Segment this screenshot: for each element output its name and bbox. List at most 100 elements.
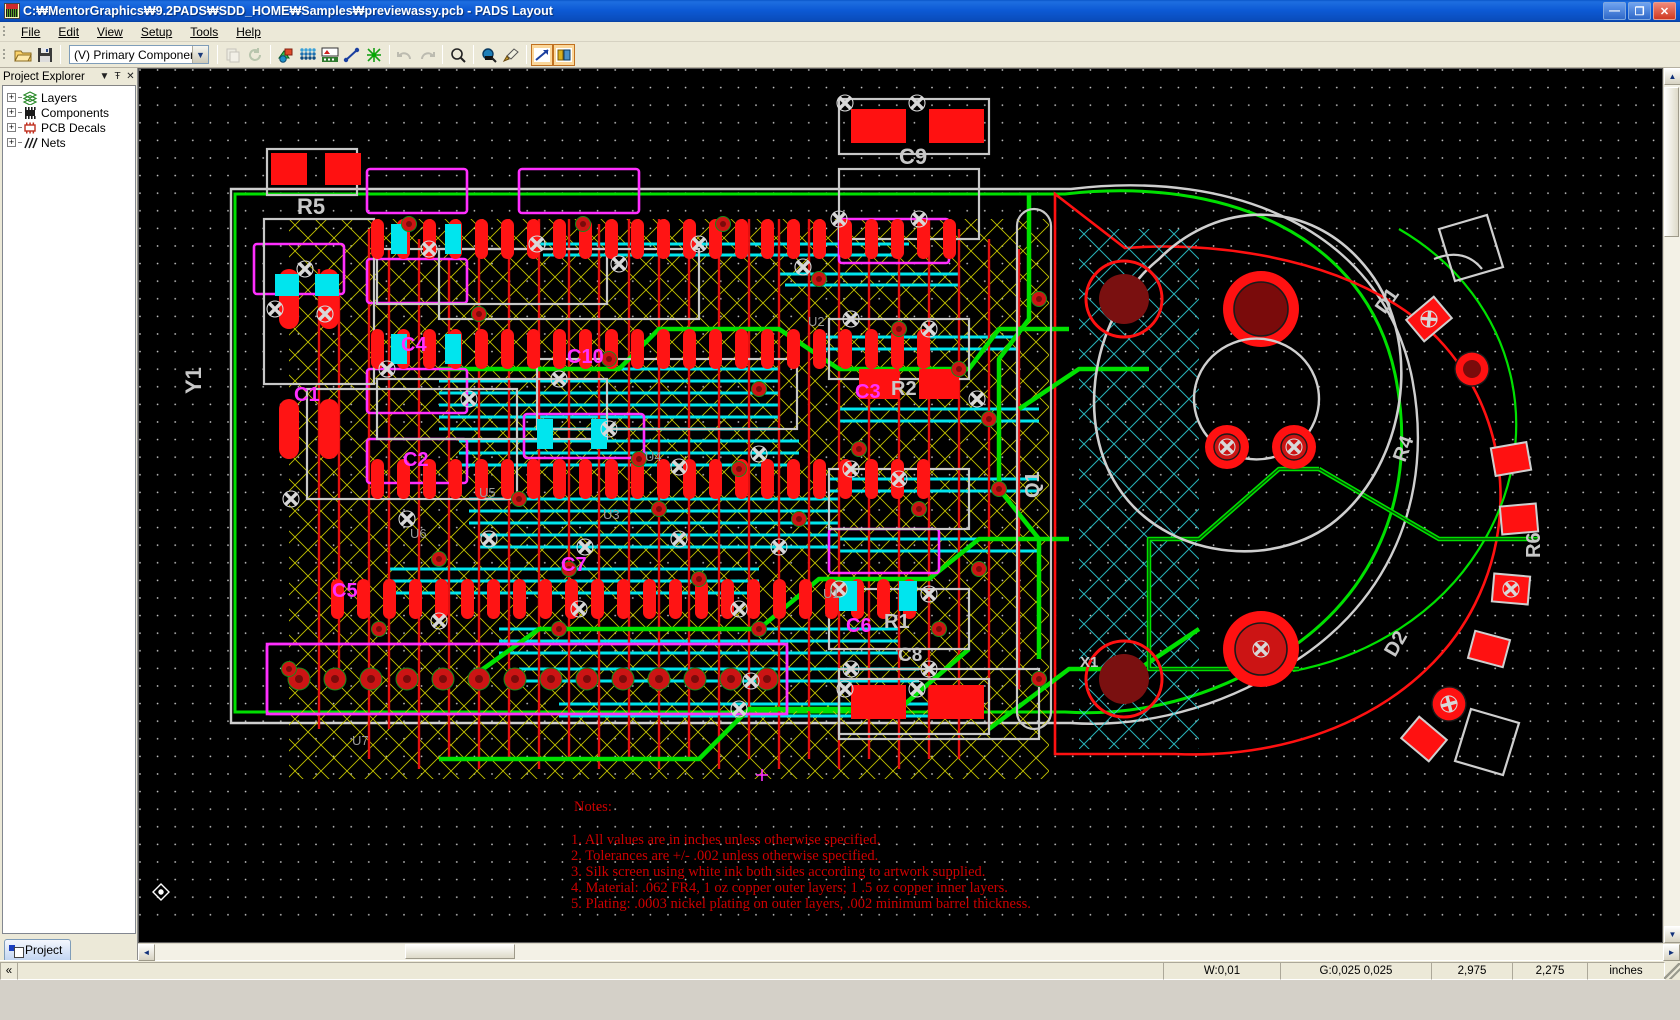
svg-text:R6: R6 [1523, 532, 1545, 558]
dfx-tool-icon[interactable] [531, 43, 553, 66]
tab-project-label: Project [25, 943, 63, 957]
tree-item-layers-label: Layers [41, 90, 78, 105]
expand-layers-button[interactable]: + [7, 93, 16, 102]
svg-text:Q1: Q1 [1022, 471, 1044, 498]
tab-project[interactable]: Project [4, 939, 72, 960]
menu-help[interactable]: Help [227, 23, 270, 41]
menu-gripper[interactable] [2, 23, 9, 40]
svg-text:C2: C2 [403, 449, 429, 471]
redo-icon[interactable] [416, 44, 438, 66]
zoom-icon[interactable] [447, 44, 469, 66]
menu-edit-label: Edit [58, 24, 80, 39]
chevron-down-icon[interactable]: ▼ [192, 46, 208, 63]
notes-heading: Notes: [574, 799, 612, 815]
toolbar-separator-4 [389, 45, 390, 64]
status-message [17, 961, 1164, 980]
layer-select[interactable]: (V) Primary Componer ▼ [69, 45, 209, 64]
project-explorer-header: Project Explorer ▼ Ŧ ✕ [0, 68, 137, 85]
tree-item-components[interactable]: + Components [7, 105, 135, 120]
project-tab-icon [9, 944, 24, 958]
library-icon[interactable] [553, 43, 575, 66]
nets-icon [22, 136, 38, 150]
design-area: C9 R5 Y1 C1 C4 C2 C5 C10 C7 C3 R2 C6 R1 … [138, 68, 1680, 961]
open-file-icon[interactable] [12, 44, 34, 66]
menu-tools-label: Tools [190, 24, 219, 39]
expand-pcb-decals-button[interactable]: + [7, 123, 16, 132]
menu-view-label: View [97, 24, 123, 39]
pcb-board-icon[interactable] [319, 44, 341, 66]
menu-edit[interactable]: Edit [49, 23, 88, 41]
menu-help-label: Help [236, 24, 261, 39]
horizontal-scrollbar[interactable]: ◄ ► [138, 943, 1680, 961]
toolbar-separator-7 [526, 45, 527, 64]
refresh-icon[interactable] [244, 44, 266, 66]
project-explorer-title: Project Explorer [3, 70, 85, 83]
status-width: W:0,01 [1163, 961, 1281, 980]
toolbar-separator-5 [442, 45, 443, 64]
tree-item-pcb-decals[interactable]: + PCB Decals [7, 120, 135, 135]
tree-item-layers[interactable]: + Layers [7, 90, 135, 106]
svg-text:U4: U4 [645, 449, 662, 464]
pin-panel-icon[interactable]: Ŧ [111, 71, 124, 82]
menu-bar: File Edit View Setup Tools Help [0, 22, 1680, 42]
vertical-scroll-track[interactable] [1664, 85, 1680, 926]
close-button[interactable]: ✕ [1653, 2, 1676, 20]
layer-select-value: (V) Primary Componer [74, 47, 192, 62]
undo-icon[interactable] [394, 44, 416, 66]
scroll-up-button[interactable]: ▲ [1664, 68, 1680, 85]
menu-setup-label: Setup [140, 24, 173, 39]
expand-nets-button[interactable]: + [7, 138, 16, 147]
project-explorer-panel: Project Explorer ▼ Ŧ ✕ + Layers + Compon… [0, 68, 138, 960]
note-1: 1. All values are in inches unless other… [571, 832, 880, 848]
main-toolbar: (V) Primary Componer ▼ [0, 42, 1680, 68]
maximize-button[interactable]: ❐ [1628, 2, 1651, 20]
design-rules-icon[interactable] [275, 44, 297, 66]
route-line-icon[interactable] [341, 44, 363, 66]
horizontal-scroll-thumb[interactable] [405, 944, 515, 959]
scroll-left-button[interactable]: ◄ [138, 944, 155, 961]
panel-menu-icon[interactable]: ▼ [98, 71, 111, 82]
scroll-down-button[interactable]: ▼ [1664, 926, 1680, 943]
save-file-icon[interactable] [34, 44, 56, 66]
scroll-right-button[interactable]: ► [1663, 944, 1680, 961]
layers-icon [22, 90, 38, 106]
pcb-canvas[interactable]: C9 R5 Y1 C1 C4 C2 C5 C10 C7 C3 R2 C6 R1 … [138, 68, 1663, 943]
query-icon[interactable] [478, 44, 500, 66]
window-title-bar: C:₩MentorGraphics₩9.2PADS₩SDD_HOME₩Sampl… [0, 0, 1680, 22]
close-panel-icon[interactable]: ✕ [124, 71, 137, 82]
explorer-tab-strip: Project [0, 934, 137, 960]
note-4: 4. Material: .062 FR4, 1 oz copper outer… [571, 880, 1008, 896]
pcb-layout-drawing: C9 R5 Y1 C1 C4 C2 C5 C10 C7 C3 R2 C6 R1 … [139, 69, 1662, 925]
cut-copy-icon[interactable] [222, 44, 244, 66]
svg-text:U5: U5 [479, 485, 496, 500]
toolbar-separator-6 [473, 45, 474, 64]
menu-tools[interactable]: Tools [181, 23, 227, 41]
horizontal-scroll-track[interactable] [155, 944, 1663, 960]
svg-text:R1: R1 [884, 611, 910, 633]
splash-nets-icon[interactable] [363, 44, 385, 66]
menu-setup[interactable]: Setup [132, 23, 181, 41]
highlight-brush-icon[interactable] [500, 44, 522, 66]
decal-icon [22, 121, 38, 135]
svg-text:U7: U7 [352, 733, 369, 748]
window-controls: — ❐ ✕ [1603, 2, 1678, 20]
expand-components-button[interactable]: + [7, 108, 16, 117]
tree-item-nets[interactable]: + Nets [7, 135, 135, 150]
status-nav-button[interactable]: « [0, 961, 18, 980]
vertical-scroll-thumb[interactable] [1664, 87, 1679, 237]
resize-grip[interactable] [1664, 962, 1680, 979]
svg-text:C4: C4 [401, 334, 427, 356]
menu-file[interactable]: File [12, 23, 49, 41]
svg-text:Y1: Y1 [181, 367, 206, 394]
layers-icon[interactable] [297, 44, 319, 66]
toolbar-gripper[interactable] [2, 46, 9, 63]
project-explorer-tree[interactable]: + Layers + Components + PCB Decals + Net… [2, 85, 136, 934]
svg-text:C5: C5 [332, 580, 358, 602]
svg-text:C8: C8 [898, 645, 922, 666]
note-3: 3. Silk screen using white ink both side… [571, 864, 985, 880]
vertical-scrollbar[interactable]: ▲ ▼ [1663, 68, 1680, 943]
svg-text:C1: C1 [294, 384, 320, 406]
minimize-button[interactable]: — [1603, 2, 1626, 20]
menu-view[interactable]: View [88, 23, 132, 41]
svg-text:C3: C3 [855, 381, 881, 403]
